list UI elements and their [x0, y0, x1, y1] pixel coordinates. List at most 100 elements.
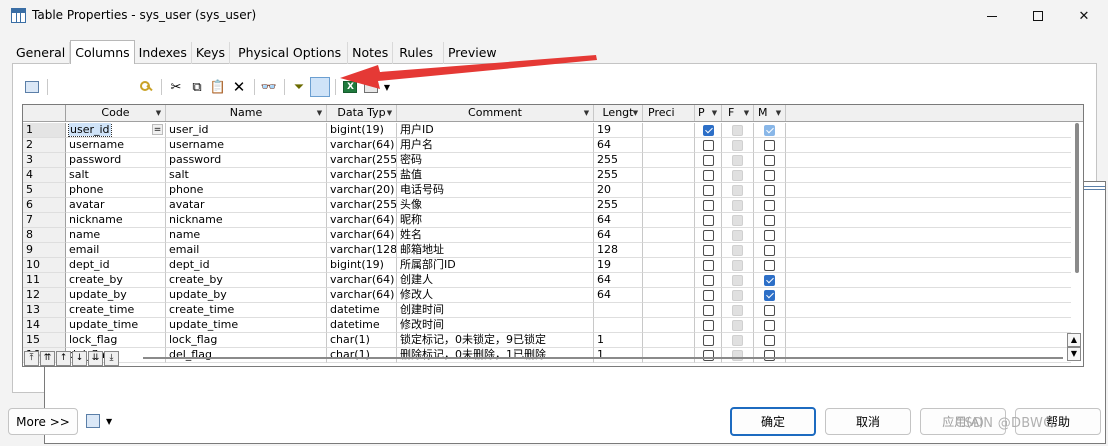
chevron-down-icon[interactable]: ▼ [581, 107, 592, 119]
length-cell[interactable]: 255 [594, 153, 643, 168]
comment-cell[interactable]: 锁定标记，0未锁定，9已锁定 [397, 333, 594, 348]
comment-cell[interactable]: 密码 [397, 153, 594, 168]
p-checkbox-cell[interactable] [695, 198, 722, 213]
table-row[interactable]: 4 salt salt varchar(255) 盐值 255 [23, 168, 1071, 183]
move-bottom-button[interactable]: ⤓ [104, 351, 119, 366]
code-cell[interactable]: avatar [66, 198, 166, 213]
p-checkbox[interactable] [702, 289, 714, 301]
code-cell[interactable]: name [66, 228, 166, 243]
header-comment[interactable]: Comment ▼ [397, 105, 594, 121]
data-type-cell[interactable]: char(1) [327, 333, 397, 348]
move-down-button[interactable]: ↓ [72, 351, 87, 366]
chevron-down-icon[interactable]: ▼ [630, 107, 641, 119]
properties-menu-button[interactable]: ▼ [86, 410, 112, 432]
m-checkbox-cell[interactable] [754, 213, 786, 228]
columns-grid[interactable]: Code ▼ Name ▼ Data Typ ▼ Comment ▼ Lengt ▼ Pr… [22, 104, 1084, 367]
name-cell[interactable]: password [166, 153, 327, 168]
comment-cell[interactable]: 修改人 [397, 288, 594, 303]
f-checkbox-cell[interactable] [722, 123, 754, 138]
p-checkbox[interactable] [702, 304, 714, 316]
m-checkbox-cell[interactable] [754, 168, 786, 183]
f-checkbox-cell[interactable] [722, 138, 754, 153]
f-checkbox-cell[interactable] [722, 273, 754, 288]
p-checkbox-cell[interactable] [695, 168, 722, 183]
length-cell[interactable]: 64 [594, 213, 643, 228]
m-checkbox[interactable] [764, 259, 775, 271]
scrollbar-thumb[interactable] [1075, 123, 1079, 273]
precision-cell[interactable] [643, 198, 695, 213]
p-checkbox[interactable] [702, 139, 714, 151]
comment-cell[interactable]: 盐值 [397, 168, 594, 183]
customize-columns-button[interactable] [44, 77, 1106, 444]
length-cell[interactable]: 128 [594, 243, 643, 258]
table-row[interactable]: 6 avatar avatar varchar(255) 头像 255 [23, 198, 1071, 213]
precision-cell[interactable] [643, 213, 695, 228]
table-row[interactable]: 9 email email varchar(128) 邮箱地址 128 [23, 243, 1071, 258]
data-type-cell[interactable]: bigint(19) [327, 123, 397, 138]
code-cell[interactable]: nickname [66, 213, 166, 228]
move-up-button[interactable]: ↑ [56, 351, 71, 366]
p-checkbox[interactable] [702, 124, 714, 136]
p-checkbox[interactable] [702, 334, 714, 346]
table-row[interactable]: 11 create_by create_by varchar(64) 创建人 64 [23, 273, 1071, 288]
code-cell[interactable]: phone [66, 183, 166, 198]
f-checkbox-cell[interactable] [722, 168, 754, 183]
length-cell[interactable] [594, 318, 643, 333]
precision-cell[interactable] [643, 243, 695, 258]
precision-cell[interactable] [643, 153, 695, 168]
chevron-down-icon[interactable]: ▼ [153, 107, 164, 119]
code-cell[interactable]: lock_flag [66, 333, 166, 348]
f-checkbox-cell[interactable] [722, 288, 754, 303]
table-row[interactable]: 14 update_time update_time datetime 修改时间 [23, 318, 1071, 333]
header-precision[interactable]: Preci [643, 105, 695, 121]
move-top-button[interactable]: ⤒ [24, 351, 39, 366]
p-checkbox[interactable] [702, 319, 714, 331]
m-checkbox[interactable] [764, 169, 775, 181]
table-row[interactable]: 13 create_time create_time datetime 创建时间 [23, 303, 1071, 318]
tab-keys[interactable]: Keys [192, 42, 231, 64]
name-cell[interactable]: username [166, 138, 327, 153]
header-m[interactable]: M ▼ [754, 105, 786, 121]
name-cell[interactable]: salt [166, 168, 327, 183]
data-type-cell[interactable]: varchar(255) [327, 198, 397, 213]
p-checkbox[interactable] [702, 199, 714, 211]
code-cell[interactable]: user_id = [66, 123, 166, 138]
name-cell[interactable]: avatar [166, 198, 327, 213]
m-checkbox-cell[interactable] [754, 273, 786, 288]
m-checkbox[interactable] [764, 139, 775, 151]
scroll-up-button[interactable]: ▲ [1067, 333, 1081, 347]
f-checkbox-cell[interactable] [722, 213, 754, 228]
length-cell[interactable]: 20 [594, 183, 643, 198]
p-checkbox-cell[interactable] [695, 213, 722, 228]
chevron-down-icon[interactable]: ▼ [314, 107, 325, 119]
p-checkbox-cell[interactable] [695, 288, 722, 303]
name-cell[interactable]: dept_id [166, 258, 327, 273]
f-checkbox-cell[interactable] [722, 228, 754, 243]
length-cell[interactable]: 64 [594, 138, 643, 153]
f-checkbox-cell[interactable] [722, 243, 754, 258]
code-cell[interactable]: email [66, 243, 166, 258]
m-checkbox[interactable] [764, 184, 775, 196]
table-row[interactable]: 15 lock_flag lock_flag char(1) 锁定标记，0未锁定，9已锁… [23, 333, 1071, 348]
equals-sync-icon[interactable]: = [152, 124, 163, 135]
data-type-cell[interactable]: varchar(255) [327, 153, 397, 168]
delete-button[interactable]: ✕ [229, 77, 249, 97]
code-cell[interactable]: update_time [66, 318, 166, 333]
header-data-type[interactable]: Data Typ ▼ [327, 105, 397, 121]
length-cell[interactable]: 19 [594, 123, 643, 138]
comment-cell[interactable]: 创建人 [397, 273, 594, 288]
p-checkbox-cell[interactable] [695, 138, 722, 153]
table-row[interactable]: 10 dept_id dept_id bigint(19) 所属部门ID 19 [23, 258, 1071, 273]
code-cell[interactable]: dept_id [66, 258, 166, 273]
tab-columns[interactable]: Columns [70, 40, 135, 64]
name-cell[interactable]: update_by [166, 288, 327, 303]
f-checkbox-cell[interactable] [722, 303, 754, 318]
p-checkbox[interactable] [702, 214, 714, 226]
find-button[interactable]: 👓 [259, 77, 279, 97]
tab-general[interactable]: General [12, 42, 71, 64]
precision-cell[interactable] [643, 183, 695, 198]
insert-row-button[interactable] [44, 77, 1106, 444]
precision-cell[interactable] [643, 303, 695, 318]
data-type-cell[interactable]: bigint(19) [327, 258, 397, 273]
code-cell[interactable]: create_by [66, 273, 166, 288]
